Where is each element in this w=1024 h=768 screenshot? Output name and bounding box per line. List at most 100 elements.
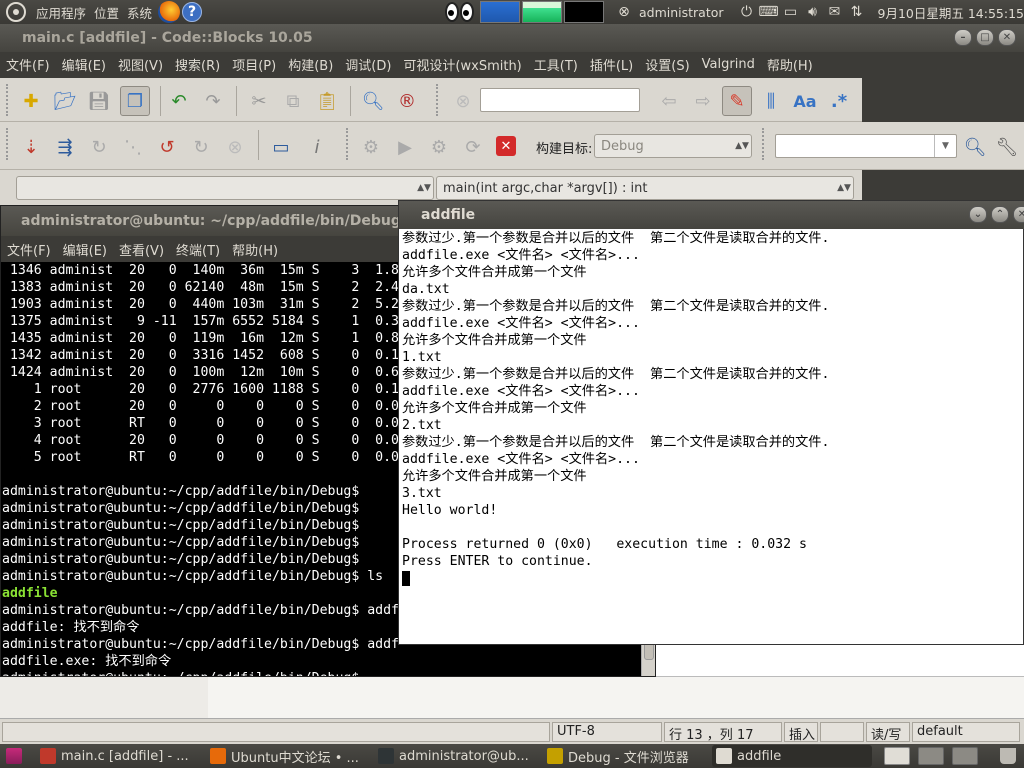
wrench-icon[interactable]: 🔧︎: [996, 136, 1019, 158]
terminal-menu-terminal[interactable]: 终端(T): [176, 240, 220, 259]
incremental-search-input[interactable]: [480, 88, 640, 112]
run-to-cursor-icon[interactable]: ⇣: [20, 136, 42, 158]
mail-icon[interactable]: ✉: [824, 2, 846, 22]
selection-only-icon[interactable]: ⫼: [760, 90, 782, 112]
run-icon[interactable]: ▶: [394, 136, 416, 158]
scope-select[interactable]: ▲▼: [16, 176, 434, 200]
menu-wxsmith[interactable]: 可视设计(wxSmith): [403, 55, 521, 74]
paste-icon[interactable]: 📋︎: [316, 90, 339, 112]
display-icon[interactable]: ▭: [780, 2, 802, 22]
terminal-menu-edit[interactable]: 编辑(E): [63, 240, 107, 259]
menu-valgrind[interactable]: Valgrind: [702, 57, 755, 72]
menu-debug[interactable]: 调试(D): [345, 55, 391, 74]
menu-file[interactable]: 文件(F): [6, 55, 50, 74]
cut-icon[interactable]: ✂: [248, 90, 270, 112]
volume-icon[interactable]: 🔊︎: [802, 2, 824, 22]
build-and-run-icon[interactable]: ⚙: [428, 136, 450, 158]
find-icon[interactable]: 🔍︎: [362, 90, 385, 112]
build-icon[interactable]: ⚙: [360, 136, 382, 158]
next-line-icon[interactable]: ⇶: [54, 136, 76, 158]
applications-menu[interactable]: 应用程序: [32, 0, 90, 24]
firefox-launcher-icon[interactable]: [158, 1, 181, 23]
menu-tools[interactable]: 工具(T): [534, 55, 578, 74]
taskbar-item[interactable]: addfile: [712, 745, 872, 767]
maximize-icon[interactable]: □: [976, 29, 994, 46]
highlight-icon[interactable]: ✎: [722, 86, 752, 116]
codeblocks-titlebar[interactable]: main.c [addfile] - Code::Blocks 10.05 – …: [0, 24, 1024, 52]
system-menu[interactable]: 系统: [123, 0, 156, 24]
places-menu[interactable]: 位置: [90, 0, 123, 24]
close-icon[interactable]: ✕: [1013, 206, 1024, 223]
codeblocks-menubar: 文件(F) 编辑(E) 视图(V) 搜索(R) 项目(P) 构建(B) 调试(D…: [0, 52, 1024, 76]
search-code-icon[interactable]: 🔍︎: [964, 136, 987, 158]
menu-search[interactable]: 搜索(R): [175, 55, 220, 74]
replace-icon[interactable]: ®: [396, 90, 418, 112]
minimize-icon[interactable]: –: [954, 29, 972, 46]
maximize-icon[interactable]: ⌃: [991, 206, 1009, 223]
debug-windows-icon[interactable]: ▭: [270, 136, 292, 158]
workspace-3[interactable]: [948, 745, 978, 767]
step-into-icon[interactable]: ↻: [88, 136, 110, 158]
workspace-1[interactable]: [880, 745, 910, 767]
network-icon[interactable]: ⇅: [846, 2, 868, 22]
minimize-icon[interactable]: ⌄: [969, 206, 987, 223]
menu-build[interactable]: 构建(B): [288, 55, 333, 74]
console-titlebar[interactable]: addfile ⌄ ⌃ ✕: [399, 201, 1024, 229]
workspace-2[interactable]: [914, 745, 944, 767]
toolbar-grip[interactable]: [762, 128, 768, 160]
new-file-icon[interactable]: ✚: [20, 90, 42, 112]
keyboard-icon[interactable]: ⌨: [758, 2, 780, 22]
rebuild-icon[interactable]: ⟳: [462, 136, 484, 158]
close-icon[interactable]: ✕: [998, 29, 1016, 46]
code-search-input[interactable]: ▼: [775, 134, 957, 158]
build-target-select[interactable]: Debug ▲▼: [594, 134, 752, 158]
search-next-icon[interactable]: ⇨: [692, 90, 714, 112]
taskbar-item[interactable]: Debug - 文件浏览器: [543, 745, 708, 767]
power-icon[interactable]: ⏻: [736, 2, 758, 22]
match-case-icon[interactable]: Aa: [793, 90, 816, 112]
menu-edit[interactable]: 编辑(E): [62, 55, 106, 74]
help-launcher-icon[interactable]: ?: [182, 2, 203, 22]
copy-icon[interactable]: ⧉: [282, 90, 304, 112]
regex-icon[interactable]: .*: [828, 90, 850, 112]
step-instruction-icon[interactable]: ↻: [190, 136, 212, 158]
toolbar-grip[interactable]: [436, 84, 442, 116]
clear-search-icon[interactable]: ⊗: [452, 90, 474, 112]
function-select[interactable]: main(int argc,char *argv[]) : int ▲▼: [436, 176, 854, 200]
console-output[interactable]: 参数过少.第一个参数是合并以后的文件 第二个文件是读取合并的文件. addfile…: [399, 229, 1023, 644]
menu-view[interactable]: 视图(V): [118, 55, 163, 74]
menu-settings[interactable]: 设置(S): [645, 55, 689, 74]
menu-plugins[interactable]: 插件(L): [590, 55, 633, 74]
terminal-menu-view[interactable]: 查看(V): [119, 240, 164, 259]
search-previous-icon[interactable]: ⇦: [658, 90, 680, 112]
menu-help[interactable]: 帮助(H): [767, 55, 813, 74]
taskbar-item[interactable]: Ubuntu中文论坛 • ...: [206, 745, 370, 767]
save-all-icon[interactable]: ❐: [120, 86, 150, 116]
terminal-menu-help[interactable]: 帮助(H): [232, 240, 278, 259]
taskbar-item-label: Ubuntu中文论坛 • ...: [231, 750, 359, 766]
undo-icon[interactable]: ↶: [168, 90, 190, 112]
toolbar-grip[interactable]: [346, 128, 352, 160]
next-instruction-icon[interactable]: ↺: [156, 136, 178, 158]
user-menu[interactable]: administrator: [635, 0, 728, 24]
chevron-down-icon[interactable]: ▼: [934, 135, 956, 157]
toolbar-grip[interactable]: [6, 128, 12, 160]
trash-button[interactable]: [996, 745, 1022, 767]
open-file-icon[interactable]: 📂︎: [54, 90, 77, 112]
abort-icon[interactable]: ✕: [496, 136, 516, 156]
terminal-menu-file[interactable]: 文件(F): [7, 240, 51, 259]
console-line: 1.txt: [402, 350, 442, 365]
toolbar-grip[interactable]: [6, 84, 12, 116]
save-icon[interactable]: 💾︎: [88, 90, 111, 112]
step-out-icon[interactable]: ⋱: [122, 136, 144, 158]
redo-icon[interactable]: ↷: [202, 90, 224, 112]
info-icon[interactable]: i: [306, 136, 328, 158]
taskbar-item[interactable]: main.c [addfile] - ...: [36, 745, 202, 767]
taskbar-item[interactable]: administrator@ub...: [374, 745, 539, 767]
menu-project[interactable]: 项目(P): [232, 55, 276, 74]
stop-debugger-icon[interactable]: ⊗: [224, 136, 246, 158]
show-desktop-button[interactable]: [2, 745, 30, 767]
build-toolbar: ⇣ ⇶ ↻ ⋱ ↺ ↻ ⊗ ▭ i ⚙ ▶ ⚙ ⟳ ✕ 构建目标: Debug …: [0, 122, 1024, 170]
clock[interactable]: 9月10日星期五 14:55:15: [874, 0, 1024, 24]
ubuntu-logo-icon[interactable]: [6, 2, 26, 22]
